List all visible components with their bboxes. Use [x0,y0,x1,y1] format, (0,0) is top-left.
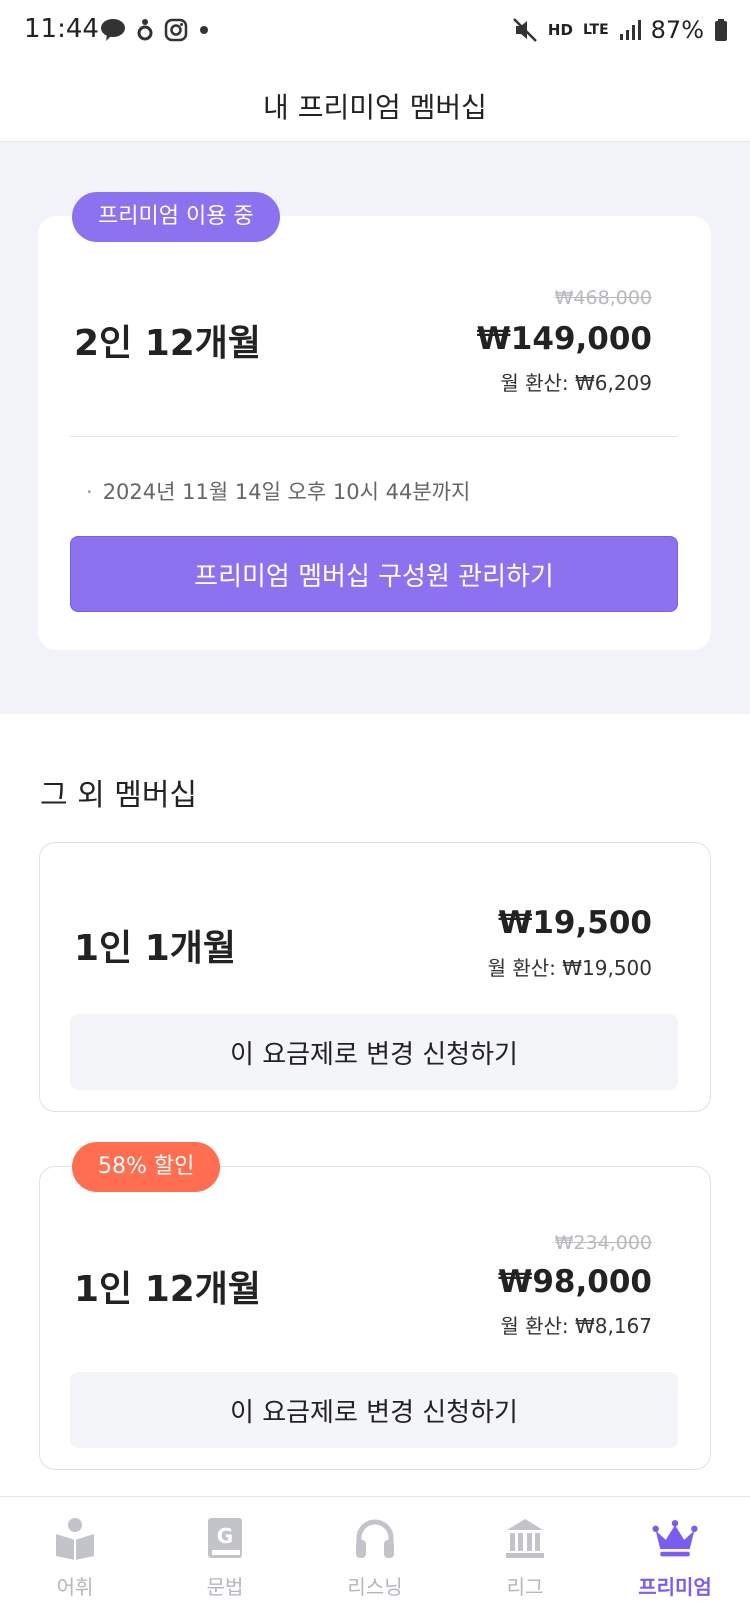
headphones-icon [352,1515,398,1561]
nav-item-listening[interactable]: 리스닝 [300,1497,450,1609]
page-title: 내 프리미엄 멤버십 [263,91,487,124]
crown-icon [652,1515,698,1561]
bottom-nav: 어휘 G 문법 리스닝 리그 프리미엄 [0,1496,750,1609]
dot-icon [200,26,208,34]
manage-members-button[interactable]: 프리미엄 멤버십 구성원 관리하기 [70,536,678,612]
other-memberships-title: 그 외 멤버십 [40,778,198,813]
status-bar: 11:44 HD LTE 87% [0,0,750,64]
premium-active-badge: 프리미엄 이용 중 [72,192,280,242]
plan-price: ₩98,000 [498,1264,652,1300]
discount-badge: 58% 할인 [72,1142,221,1192]
book-reader-icon [52,1515,98,1561]
plan-price: ₩19,500 [498,905,652,941]
nav-label: 리스닝 [347,1575,403,1599]
plan-monthly-price: 월 환산: ₩8,167 [500,1314,652,1338]
change-plan-button-12month[interactable]: 이 요금제로 변경 신청하기 [70,1372,678,1448]
hd-voice-label: HD [547,21,573,39]
plan-name: 1인 12개월 [74,1269,262,1310]
expiry-date: 2024년 11월 14일 오후 10시 44분까지 [102,480,471,504]
svg-text:G: G [217,1524,233,1548]
nav-label: 프리미엄 [638,1575,712,1599]
change-plan-button-1month[interactable]: 이 요금제로 변경 신청하기 [70,1014,678,1090]
grammar-book-icon: G [202,1515,248,1561]
nav-item-grammar[interactable]: G 문법 [150,1497,300,1609]
instagram-icon [164,18,188,42]
status-system-icons: HD LTE 87% [512,16,728,44]
current-plan-price: ₩149,000 [476,321,652,357]
building-icon [502,1515,548,1561]
nav-item-premium[interactable]: 프리미엄 [600,1497,750,1609]
current-plan-expiry: · 2024년 11월 14일 오후 10시 44분까지 [86,476,470,506]
talk-icon [101,19,125,41]
battery-percent: 87% [650,16,704,44]
nav-label: 리그 [506,1575,544,1599]
current-plan-original-price: ₩468,000 [554,287,652,309]
mute-icon [513,18,537,42]
current-plan-name: 2인 12개월 [74,323,262,364]
nav-label: 문법 [206,1575,244,1599]
expiry-bullet: · [86,480,93,504]
battery-icon [715,19,727,41]
page-header: 내 프리미엄 멤버십 [0,64,750,142]
nav-item-vocabulary[interactable]: 어휘 [0,1497,150,1609]
plan-monthly-price: 월 환산: ₩19,500 [487,956,652,980]
signal-icon [619,20,641,40]
plan-original-price: ₩234,000 [554,1232,652,1254]
lte-label: LTE [582,22,609,38]
nav-label: 어휘 [56,1575,94,1599]
current-plan-divider [70,436,678,437]
app-icon [137,19,153,41]
current-plan-monthly-price: 월 환산: ₩6,209 [500,371,652,395]
status-notification-icons [100,18,210,42]
nav-item-league[interactable]: 리그 [450,1497,600,1609]
status-time: 11:44 [24,14,99,44]
plan-name: 1인 1개월 [74,928,236,969]
